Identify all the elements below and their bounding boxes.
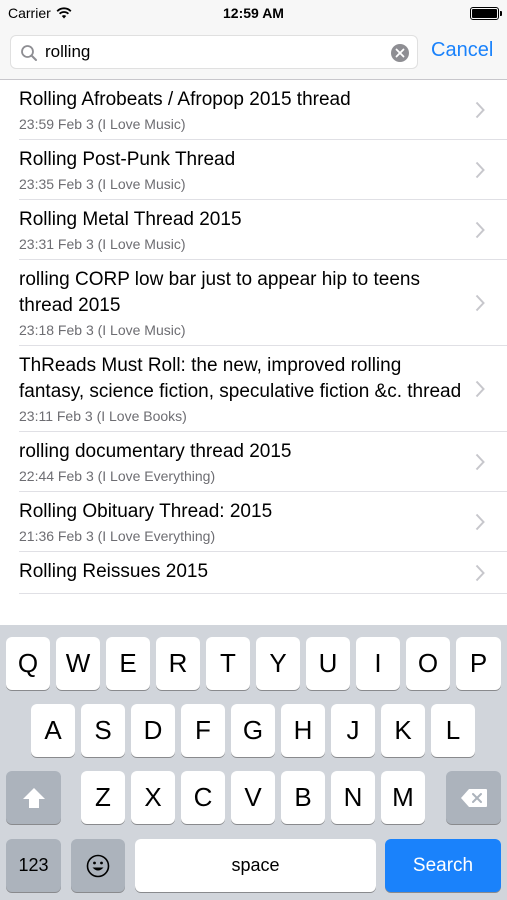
key-n[interactable]: N — [331, 771, 375, 824]
key-b[interactable]: B — [281, 771, 325, 824]
chevron-right-icon — [475, 101, 485, 118]
clear-search-icon[interactable] — [391, 44, 409, 62]
thread-meta: 23:18 Feb 3 (I Love Music) — [19, 322, 186, 338]
key-a[interactable]: A — [31, 704, 75, 757]
shift-icon — [22, 787, 45, 808]
cancel-button[interactable]: Cancel — [431, 39, 493, 62]
shift-key[interactable] — [6, 771, 61, 824]
keyboard: Q W E R T Y U I O P A S D F G H J K L Z … — [0, 625, 507, 900]
thread-title: rolling documentary thread 2015 — [19, 441, 292, 462]
thread-meta: 23:35 Feb 3 (I Love Music) — [19, 176, 186, 192]
thread-title: Rolling Obituary Thread: 2015 — [19, 501, 273, 522]
key-e[interactable]: E — [106, 637, 150, 690]
key-u[interactable]: U — [306, 637, 350, 690]
chevron-right-icon — [475, 161, 485, 178]
key-q[interactable]: Q — [6, 637, 50, 690]
list-item[interactable]: ThReads Must Roll: the new, improved rol… — [19, 346, 507, 432]
status-bar: Carrier 12:59 AM — [0, 0, 507, 26]
chevron-right-icon — [475, 221, 485, 238]
thread-meta: 22:44 Feb 3 (I Love Everything) — [19, 468, 216, 484]
status-time: 12:59 AM — [223, 5, 284, 21]
key-i[interactable]: I — [356, 637, 400, 690]
space-key[interactable]: space — [135, 839, 376, 892]
thread-title: Rolling Metal Thread 2015 — [19, 209, 242, 230]
key-c[interactable]: C — [181, 771, 225, 824]
chevron-right-icon — [475, 453, 485, 470]
chevron-right-icon — [475, 564, 485, 581]
key-m[interactable]: M — [381, 771, 425, 824]
thread-meta: 21:36 Feb 3 (I Love Everything) — [19, 528, 216, 544]
battery-icon — [470, 7, 502, 20]
list-item[interactable]: rolling CORP low bar just to appear hip … — [19, 260, 507, 346]
key-d[interactable]: D — [131, 704, 175, 757]
results-list: Rolling Afrobeats / Afropop 2015 thread … — [0, 80, 507, 625]
key-z[interactable]: Z — [81, 771, 125, 824]
key-o[interactable]: O — [406, 637, 450, 690]
search-bar: Cancel — [0, 26, 507, 80]
key-k[interactable]: K — [381, 704, 425, 757]
delete-key[interactable] — [446, 771, 501, 824]
key-s[interactable]: S — [81, 704, 125, 757]
thread-meta: 23:59 Feb 3 (I Love Music) — [19, 116, 186, 132]
thread-meta: 23:31 Feb 3 (I Love Music) — [19, 236, 186, 252]
key-j[interactable]: J — [331, 704, 375, 757]
chevron-right-icon — [475, 294, 485, 311]
search-key[interactable]: Search — [385, 839, 501, 892]
search-icon — [21, 45, 37, 61]
key-y[interactable]: Y — [256, 637, 300, 690]
thread-title: Rolling Reissues 2015 — [19, 561, 209, 582]
key-p[interactable]: P — [456, 637, 501, 690]
numbers-key[interactable]: 123 — [6, 839, 61, 892]
key-x[interactable]: X — [131, 771, 175, 824]
key-v[interactable]: V — [231, 771, 275, 824]
emoji-icon — [86, 854, 110, 877]
search-field[interactable] — [10, 35, 418, 69]
key-h[interactable]: H — [281, 704, 325, 757]
list-item[interactable]: Rolling Afrobeats / Afropop 2015 thread … — [19, 80, 507, 140]
list-item[interactable]: Rolling Obituary Thread: 2015 21:36 Feb … — [19, 492, 507, 552]
search-input[interactable] — [45, 36, 385, 68]
list-item[interactable]: Rolling Reissues 2015 — [19, 552, 507, 594]
key-g[interactable]: G — [231, 704, 275, 757]
emoji-key[interactable] — [71, 839, 125, 892]
thread-meta: 23:11 Feb 3 (I Love Books) — [19, 408, 187, 424]
list-item[interactable]: Rolling Metal Thread 2015 23:31 Feb 3 (I… — [19, 200, 507, 260]
thread-title: rolling CORP low bar just to appear hip … — [19, 269, 420, 316]
thread-title: Rolling Post-Punk Thread — [19, 149, 236, 170]
list-item[interactable]: rolling documentary thread 2015 22:44 Fe… — [19, 432, 507, 492]
key-t[interactable]: T — [206, 637, 250, 690]
key-f[interactable]: F — [181, 704, 225, 757]
key-l[interactable]: L — [431, 704, 475, 757]
list-item[interactable]: Rolling Post-Punk Thread 23:35 Feb 3 (I … — [19, 140, 507, 200]
key-w[interactable]: W — [56, 637, 100, 690]
thread-title: ThReads Must Roll: the new, improved rol… — [19, 355, 462, 402]
chevron-right-icon — [475, 380, 485, 397]
thread-title: Rolling Afrobeats / Afropop 2015 thread — [19, 89, 351, 110]
chevron-right-icon — [475, 513, 485, 530]
key-r[interactable]: R — [156, 637, 200, 690]
delete-icon — [460, 788, 487, 807]
